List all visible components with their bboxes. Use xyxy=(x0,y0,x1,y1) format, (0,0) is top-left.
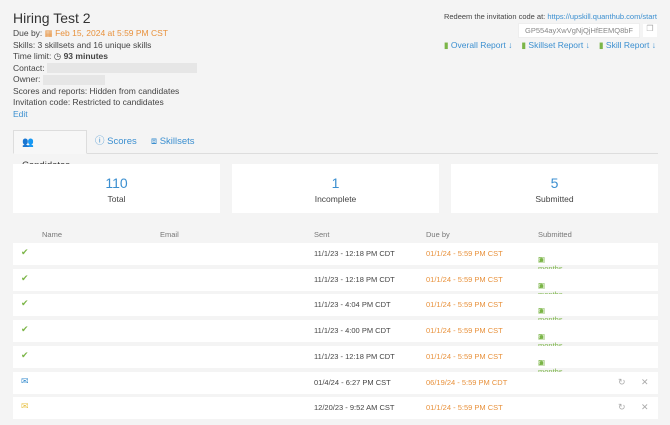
redeem-info: Redeem the invitation code at: https://u… xyxy=(444,12,657,21)
stat-value: 1 xyxy=(331,175,340,191)
time-value: 93 minutes xyxy=(63,51,108,61)
test-info: Due by: ▦ Feb 15, 2024 at 5:59 PM CST Sk… xyxy=(13,28,198,121)
tab-label: Skillsets xyxy=(159,136,195,147)
link-label: Skill Report xyxy=(605,40,650,50)
due-cell: 01/1/24 - 5:59 PM CST xyxy=(426,326,503,336)
download-icon: ↓ xyxy=(508,40,513,50)
col-email[interactable]: Email xyxy=(160,230,179,239)
owner-label: Owner: xyxy=(13,74,41,84)
sent-cell: 11/1/23 - 4:00 PM CDT xyxy=(314,326,391,336)
col-due[interactable]: Due by xyxy=(426,230,450,239)
file-icon: ▮ xyxy=(598,40,604,50)
due-cell: 01/1/24 - 5:59 PM CST xyxy=(426,403,503,413)
invitation-code-info: Invitation code: Restricted to candidate… xyxy=(13,97,164,107)
table-row[interactable]: ✉ 12/20/23 - 9:52 AM CST 01/1/24 - 5:59 PM… xyxy=(13,397,658,420)
stat-value: 110 xyxy=(105,175,128,191)
col-name[interactable]: Name xyxy=(42,230,62,239)
scores-visibility: Scores and reports: Hidden from candidat… xyxy=(13,85,180,96)
report-links: ▮ Overall Report ↓ ▮ Skillset Report ↓ ▮… xyxy=(444,40,656,51)
time-label: Time limit: xyxy=(13,51,52,61)
due-cell: 06/19/24 - 5:59 PM CDT xyxy=(426,377,508,387)
col-submitted[interactable]: Submitted xyxy=(538,230,572,239)
sent-cell: 11/1/23 - 12:18 PM CDT xyxy=(314,249,395,258)
close-icon[interactable]: ✕ xyxy=(641,377,649,388)
link-label: Overall Report xyxy=(450,40,506,50)
due-cell: 01/1/24 - 5:59 PM CST xyxy=(426,300,503,310)
link-label: Skillset Report xyxy=(528,40,584,50)
due-value: Feb 15, 2024 at 5:59 PM CST xyxy=(55,28,169,38)
users-icon: 👥 xyxy=(22,137,34,148)
close-icon[interactable]: ✕ xyxy=(641,402,649,413)
stat-value: 5 xyxy=(550,175,559,191)
due-cell: 01/1/24 - 5:59 PM CST xyxy=(426,249,503,258)
download-icon: ↓ xyxy=(585,40,590,50)
tab-scores[interactable]: ⓘ Scores xyxy=(87,130,145,154)
overall-report-link[interactable]: ▮ Overall Report ↓ xyxy=(444,40,513,51)
check-icon: ✔ xyxy=(21,247,29,257)
tab-bar: 👥 Candidates ⓘ Scores ⧈ Skillsets xyxy=(13,130,658,171)
page-title: Hiring Test 2 xyxy=(13,10,91,26)
info-icon: ⓘ xyxy=(95,136,105,147)
check-icon: ✔ xyxy=(21,272,29,283)
tab-candidates[interactable]: 👥 Candidates xyxy=(13,130,87,171)
sent-cell: 11/1/23 - 12:18 PM CDT xyxy=(314,274,395,284)
table-row[interactable]: ✔ 11/1/23 - 12:18 PM CDT 01/1/24 - 5:59 PM… xyxy=(13,345,658,385)
stat-total: 110 Total xyxy=(13,164,220,213)
table-row[interactable]: ✉ 01/4/24 - 6:27 PM CST 06/19/24 - 5:59 PM… xyxy=(13,371,658,394)
edit-link[interactable]: Edit xyxy=(13,109,197,121)
calendar-icon: ▦ xyxy=(44,28,53,38)
sent-cell: 11/1/23 - 12:18 PM CDT xyxy=(314,351,395,361)
tab-label: Scores xyxy=(107,136,137,147)
download-icon: ↓ xyxy=(651,40,656,50)
stat-label: Incomplete xyxy=(314,194,357,204)
table-row[interactable]: ✔ 11/1/23 - 12:18 PM CDT 01/1/24 - 5:59 PM… xyxy=(13,268,658,308)
skill-report-link[interactable]: ▮ Skill Report ↓ xyxy=(599,40,656,51)
invitation-code: GP554ayXwVgNjQjHfEEMQ8bF ❐ xyxy=(518,23,657,38)
code-field[interactable]: GP554ayXwVgNjQjHfEEMQ8bF xyxy=(518,23,640,38)
sent-cell: 12/20/23 - 9:52 AM CST xyxy=(314,403,395,413)
stat-label: Total xyxy=(107,194,126,204)
owner-redacted xyxy=(42,74,105,85)
toolbox-icon: ⧈ xyxy=(151,136,158,147)
skillset-report-link[interactable]: ▮ Skillset Report ↓ xyxy=(521,40,590,51)
skills-summary: Skills: 3 skillsets and 16 unique skills xyxy=(13,39,152,50)
check-icon: ✔ xyxy=(21,324,29,335)
redeem-url[interactable]: https://upskill.quanthub.com/start xyxy=(547,12,657,21)
sent-cell: 11/1/23 - 4:04 PM CDT xyxy=(314,300,391,310)
sent-cell: 01/4/24 - 6:27 PM CST xyxy=(314,377,391,387)
check-icon: ✔ xyxy=(21,349,29,360)
contact-label: Contact: xyxy=(13,62,45,73)
table-row[interactable]: ✔ 11/1/23 - 4:04 PM CDT 01/1/24 - 5:59 PM … xyxy=(13,294,658,333)
tab-skillsets[interactable]: ⧈ Skillsets xyxy=(143,130,203,154)
file-icon: ▮ xyxy=(521,40,527,50)
due-cell: 01/1/24 - 5:59 PM CST xyxy=(426,274,503,284)
stat-label: Submitted xyxy=(535,194,574,204)
stat-submitted: 5 Submitted xyxy=(451,164,658,213)
check-icon: ✔ xyxy=(21,298,29,309)
redeem-label: Redeem the invitation code at: xyxy=(443,12,546,21)
resend-icon[interactable]: ↻ xyxy=(618,377,626,388)
clock-icon: ◷ xyxy=(53,51,62,61)
table-row[interactable]: ✔ 11/1/23 - 12:18 PM CDT 01/1/24 - 5:59 PM… xyxy=(13,243,658,282)
copy-icon[interactable]: ❐ xyxy=(643,24,657,37)
contact-redacted xyxy=(47,63,198,74)
envelope-open-icon: ✉ xyxy=(21,375,29,386)
resend-icon[interactable]: ↻ xyxy=(618,402,626,413)
due-cell: 01/1/24 - 5:59 PM CST xyxy=(426,351,503,361)
due-label: Due by: xyxy=(13,28,43,38)
envelope-icon: ✉ xyxy=(21,401,29,412)
stat-incomplete: 1 Incomplete xyxy=(232,164,439,213)
col-sent[interactable]: Sent xyxy=(314,230,329,239)
table-row[interactable]: ✔ 11/1/23 - 4:00 PM CDT 01/1/24 - 5:59 PM … xyxy=(13,320,658,359)
file-icon: ▮ xyxy=(443,40,449,50)
